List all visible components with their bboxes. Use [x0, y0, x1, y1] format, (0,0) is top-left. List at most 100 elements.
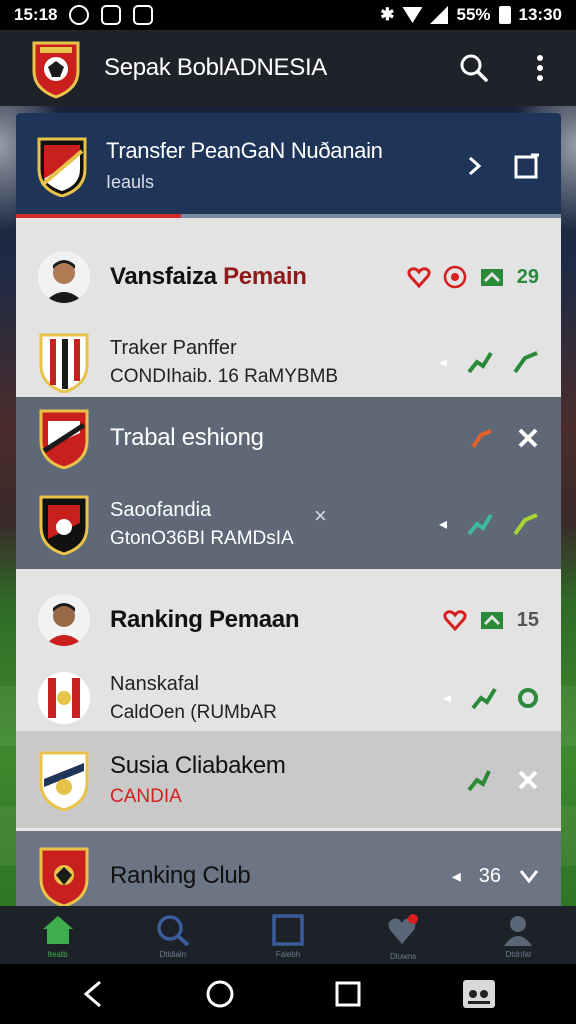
refresh-icon: [518, 688, 538, 708]
bottom-navigation: Iteatb Dtldialn Falebh Dluwns Dtdnfat: [0, 906, 576, 964]
row-line-1: Saoofandia: [110, 498, 212, 521]
club-crest-icon: [39, 333, 89, 393]
arrow-small-icon: ◂: [438, 354, 447, 371]
row-title: Vansfaiza: [110, 263, 224, 290]
nav-label: Iteatb: [47, 950, 68, 959]
arrow-small-icon: ◂: [442, 690, 451, 707]
transfer-header-card[interactable]: Transfer PeanGaN Nuðanain Ieauls: [16, 113, 561, 218]
row-title-highlight: Pemain: [223, 263, 307, 290]
search-icon: [460, 54, 488, 82]
profile-icon: [504, 916, 533, 946]
more-vert-icon: [537, 55, 543, 81]
search-button[interactable]: [458, 52, 490, 84]
transfer-icon: [480, 269, 503, 286]
arrow-small-icon: ◂: [438, 516, 447, 533]
chevron-right-icon[interactable]: [467, 156, 483, 176]
list-item[interactable]: Saoofandia GtonO36BI RAMDsIA × ◂: [16, 479, 561, 569]
list-item[interactable]: Susia Cliabakem CANDIA: [16, 731, 561, 828]
list-item[interactable]: Trabal eshiong: [16, 397, 561, 479]
club-crest-icon: [37, 137, 87, 197]
open-external-icon[interactable]: [513, 152, 541, 180]
nav-profile[interactable]: Dtdnfat: [478, 914, 558, 959]
battery-icon: [498, 6, 511, 24]
square-icon: [272, 914, 304, 946]
club-crest-icon: [39, 847, 89, 907]
club-crest-icon: [39, 409, 89, 469]
nav-label: Dluwns: [390, 952, 417, 961]
trend-up-icon: [513, 351, 538, 374]
signal-icon: [430, 6, 449, 24]
back-icon[interactable]: [80, 980, 104, 1008]
trend-up-icon: [513, 513, 538, 536]
trend-up-icon: [467, 351, 493, 374]
row-title: Trabal eshiong: [110, 424, 264, 451]
heart-icon[interactable]: [407, 266, 431, 288]
keyboard-switch-icon[interactable]: [462, 979, 496, 1009]
app-title: Sepak BoblADNESIA: [104, 54, 328, 81]
trend-up-icon: [467, 769, 491, 791]
player-avatar: [38, 251, 90, 303]
player-avatar: [38, 594, 90, 646]
nav-files[interactable]: Falebh: [248, 914, 328, 959]
bluetooth-icon: ✱: [380, 5, 395, 24]
trend-up-icon: [471, 687, 497, 710]
list-item[interactable]: Traker Panffer CONDIhaib. 16 RaMYBMB ◂: [16, 328, 561, 396]
status-bar: 15:18 ✱ 55% 13:30: [0, 0, 576, 30]
home-circle-icon[interactable]: [205, 979, 235, 1009]
content-list: Transfer PeanGaN Nuðanain Ieauls Vansfai…: [16, 113, 561, 908]
status-clock: 13:30: [518, 5, 562, 24]
item-count: 36: [478, 864, 501, 887]
trend-up-icon: [467, 513, 493, 536]
row-line-2: CONDIhaib. 16 RaMYBMB: [110, 365, 339, 387]
header-title: Transfer PeanGaN Nuðanain: [106, 138, 383, 163]
close-icon[interactable]: [517, 427, 539, 449]
item-count: 15: [516, 608, 539, 631]
battery-percent: 55%: [456, 5, 491, 24]
recents-icon[interactable]: [335, 981, 361, 1007]
nav-label: Dtdnfat: [505, 950, 532, 959]
chat-notification-icon: [133, 5, 154, 25]
nav-label: Falebh: [275, 950, 301, 959]
row-title: Ranking Pemaan: [110, 606, 300, 633]
list-item[interactable]: Ranking Pemaan 15: [16, 569, 561, 665]
row-title: Ranking Club: [110, 862, 251, 889]
arrow-small-icon: ◂: [451, 865, 461, 886]
home-icon: [42, 916, 73, 944]
ranking-club-section: Ranking Club ◂ 36: [16, 831, 561, 908]
club-crest-icon: [39, 751, 89, 811]
system-navigation-bar: [0, 964, 576, 1024]
more-options-button[interactable]: [524, 52, 556, 84]
list-item[interactable]: Vansfaiza Pemain 29: [16, 218, 561, 328]
nav-search[interactable]: Dtldialn: [133, 914, 213, 959]
list-item[interactable]: Nanskafal CaldOen (RUMbAR ◂: [16, 665, 561, 731]
search-icon: [157, 915, 190, 946]
row-subtitle: CANDIA: [110, 785, 182, 807]
notification-icon: [69, 5, 90, 25]
nav-label: Dtldialn: [159, 950, 187, 959]
home-notification-icon: [101, 5, 122, 25]
heart-icon: [388, 914, 419, 944]
dismiss-icon[interactable]: ×: [314, 503, 327, 529]
chevron-down-icon[interactable]: [519, 868, 539, 884]
club-crest-icon: [39, 495, 89, 555]
ranking-player-section: Ranking Pemaan 15 Nanskafal CaldOen (RUM…: [16, 569, 561, 731]
wifi-icon: [402, 7, 423, 23]
item-count: 29: [516, 265, 539, 288]
row-title: Susia Cliabakem: [110, 751, 286, 779]
club-logo-icon: [32, 41, 80, 99]
row-line-1: Traker Panffer: [110, 336, 237, 359]
trend-icon: [471, 429, 492, 449]
club-crest-icon: [38, 672, 90, 724]
row-line-2: GtonO36BI RAMDsIA: [110, 527, 294, 549]
transfer-icon: [480, 612, 503, 629]
nav-home[interactable]: Iteatb: [18, 914, 98, 959]
badge-icon: [443, 265, 466, 289]
transfer-section: Trabal eshiong Saoofandia GtonO36BI RAMD…: [16, 397, 561, 569]
heart-icon[interactable]: [443, 609, 467, 631]
close-icon[interactable]: [517, 769, 539, 791]
row-line-1: Nanskafal: [110, 672, 199, 695]
nav-favorites[interactable]: Dluwns: [363, 914, 443, 961]
header-subtitle: Ieauls: [106, 172, 155, 192]
club-section: Susia Cliabakem CANDIA: [16, 731, 561, 831]
transfer-player-section: Vansfaiza Pemain 29 Traker Panffer CONDI…: [16, 218, 561, 397]
